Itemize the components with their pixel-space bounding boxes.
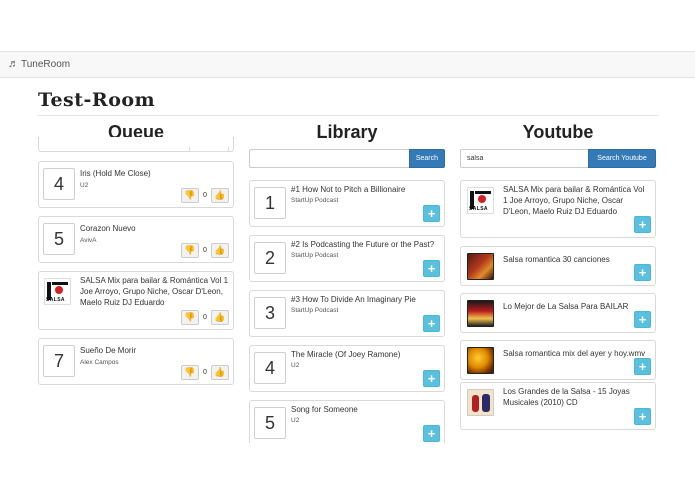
- track-number: 3: [254, 297, 286, 329]
- queue-item: 5 Corazon Nuevo AvivA 👎 0 👍: [38, 216, 234, 263]
- song-artist: U2: [80, 182, 89, 189]
- youtube-result: SALSA SALSA Mix para bailar & Romántica …: [460, 180, 656, 238]
- youtube-title: Youtube: [522, 122, 594, 142]
- thumbs-up-icon[interactable]: 👍: [211, 310, 229, 325]
- plus-icon[interactable]: +: [423, 260, 440, 277]
- track-artist: StartUp Podcast: [291, 252, 339, 259]
- video-title: Los Grandes de la Salsa - 15 Joyas Music…: [503, 387, 630, 407]
- track-title: The Miracle (Of Joey Ramone): [291, 350, 401, 359]
- youtube-search-input[interactable]: [460, 149, 588, 168]
- plus-icon[interactable]: +: [423, 315, 440, 332]
- track-title: #1 How Not to Pitch a Billionaire: [291, 185, 406, 194]
- youtube-result: Los Grandes de la Salsa - 15 Joyas Music…: [460, 382, 656, 430]
- library-search-button[interactable]: Search: [408, 149, 445, 168]
- plus-icon[interactable]: +: [634, 358, 651, 375]
- song-title: Corazon Nuevo: [80, 224, 136, 233]
- thumbs-up-icon[interactable]: 👍: [211, 243, 229, 258]
- vote-controls: 👎 0 👍: [181, 310, 229, 325]
- plus-icon[interactable]: +: [634, 408, 651, 425]
- track-number: 1: [254, 187, 286, 219]
- youtube-search: Search Youtube: [460, 149, 656, 168]
- plus-icon[interactable]: +: [423, 205, 440, 222]
- video-title: Salsa romantica 30 canciones: [503, 255, 610, 264]
- youtube-search-button[interactable]: Search Youtube: [588, 149, 656, 168]
- library-column: Library Search 1 #1 How Not to Pitch a B…: [249, 118, 445, 443]
- vote-controls: 👎 0 👍: [181, 365, 229, 380]
- navbar: ♬ TuneRoom: [0, 51, 695, 78]
- library-item: 1 #1 How Not to Pitch a Billionaire Star…: [249, 180, 445, 227]
- track-number: 5: [254, 407, 286, 439]
- youtube-result: Salsa romantica mix del ayer y hoy.wmv +: [460, 340, 656, 380]
- song-artist: AvivA: [80, 237, 97, 244]
- plus-icon[interactable]: +: [634, 264, 651, 281]
- track-artist: U2: [291, 417, 300, 424]
- vote-count: 0: [203, 247, 207, 254]
- library-title: Library: [316, 122, 378, 142]
- vote-count: 0: [203, 369, 207, 376]
- plus-icon[interactable]: +: [423, 370, 440, 387]
- queue-item: 7 Sueño De Morir Alex Campos 👎 0 👍: [38, 338, 234, 385]
- video-title: Lo Mejor de La Salsa Para BAILAR: [503, 302, 629, 311]
- video-title: SALSA Mix para bailar & Romántica Vol 1 …: [503, 185, 645, 216]
- track-artist: StartUp Podcast: [291, 307, 339, 314]
- plus-icon[interactable]: +: [423, 425, 440, 442]
- track-artist: StartUp Podcast: [291, 197, 339, 204]
- video-thumbnail: SALSA: [467, 187, 494, 214]
- vote-controls-partial: [189, 147, 229, 152]
- thumbs-down-icon[interactable]: 👎: [181, 243, 199, 258]
- room-title: Test-Room: [38, 89, 156, 111]
- track-number: 4: [254, 352, 286, 384]
- library-item: 5 Song for Someone U2 +: [249, 400, 445, 443]
- vote-controls: 👎 0 👍: [181, 188, 229, 203]
- vote-count: 0: [203, 314, 207, 321]
- youtube-result: Salsa romantica 30 canciones +: [460, 246, 656, 286]
- queue-column: Queue 4 Iris (Hold Me Close) U2 👎 0 👍 5 …: [38, 118, 234, 443]
- song-artist: Alex Campos: [80, 359, 119, 366]
- thumbs-up-icon[interactable]: 👍: [211, 188, 229, 203]
- vote-controls: 👎 0 👍: [181, 243, 229, 258]
- music-note-icon: ♬: [8, 58, 19, 70]
- library-search: Search: [249, 149, 445, 168]
- queue-card-partial: [38, 137, 234, 152]
- library-item: 2 #2 Is Podcasting the Future or the Pas…: [249, 235, 445, 282]
- library-item: 3 #3 How To Divide An Imaginary Pie Star…: [249, 290, 445, 337]
- video-thumbnail: [467, 389, 494, 416]
- video-thumbnail: [467, 347, 494, 374]
- track-title: #3 How To Divide An Imaginary Pie: [291, 295, 416, 304]
- queue-position: 7: [43, 345, 75, 377]
- thumbs-down-icon[interactable]: 👎: [181, 188, 199, 203]
- thumbs-up-icon[interactable]: 👍: [211, 365, 229, 380]
- youtube-column: Youtube Search Youtube SALSA SALSA Mix p…: [460, 118, 656, 443]
- brand-link[interactable]: ♬ TuneRoom: [8, 58, 70, 70]
- video-thumbnail: SALSA: [44, 278, 71, 305]
- brand-label: TuneRoom: [21, 58, 71, 70]
- queue-item: SALSA SALSA Mix para bailar & Romántica …: [38, 271, 234, 330]
- library-item: 4 The Miracle (Of Joey Ramone) U2 +: [249, 345, 445, 392]
- video-title: Salsa romantica mix del ayer y hoy.wmv: [503, 349, 646, 358]
- youtube-result: Lo Mejor de La Salsa Para BAILAR +: [460, 293, 656, 333]
- vote-count: 0: [203, 192, 207, 199]
- thumbs-down-icon[interactable]: 👎: [181, 365, 199, 380]
- thumbs-down-icon[interactable]: 👎: [181, 310, 199, 325]
- video-thumbnail: [467, 253, 494, 280]
- library-search-input[interactable]: [249, 149, 409, 168]
- queue-position: 4: [43, 168, 75, 200]
- track-title: Song for Someone: [291, 405, 358, 414]
- song-title: Iris (Hold Me Close): [80, 169, 151, 178]
- plus-icon[interactable]: +: [634, 311, 651, 328]
- video-thumbnail: [467, 300, 494, 327]
- track-number: 2: [254, 242, 286, 274]
- divider: [38, 115, 658, 116]
- song-title: Sueño De Morir: [80, 346, 137, 355]
- track-title: #2 Is Podcasting the Future or the Past?: [291, 240, 435, 249]
- track-artist: U2: [291, 362, 300, 369]
- song-title: SALSA Mix para bailar & Romántica Vol 1 …: [80, 276, 229, 307]
- queue-position: 5: [43, 223, 75, 255]
- queue-item: 4 Iris (Hold Me Close) U2 👎 0 👍: [38, 161, 234, 208]
- plus-icon[interactable]: +: [634, 216, 651, 233]
